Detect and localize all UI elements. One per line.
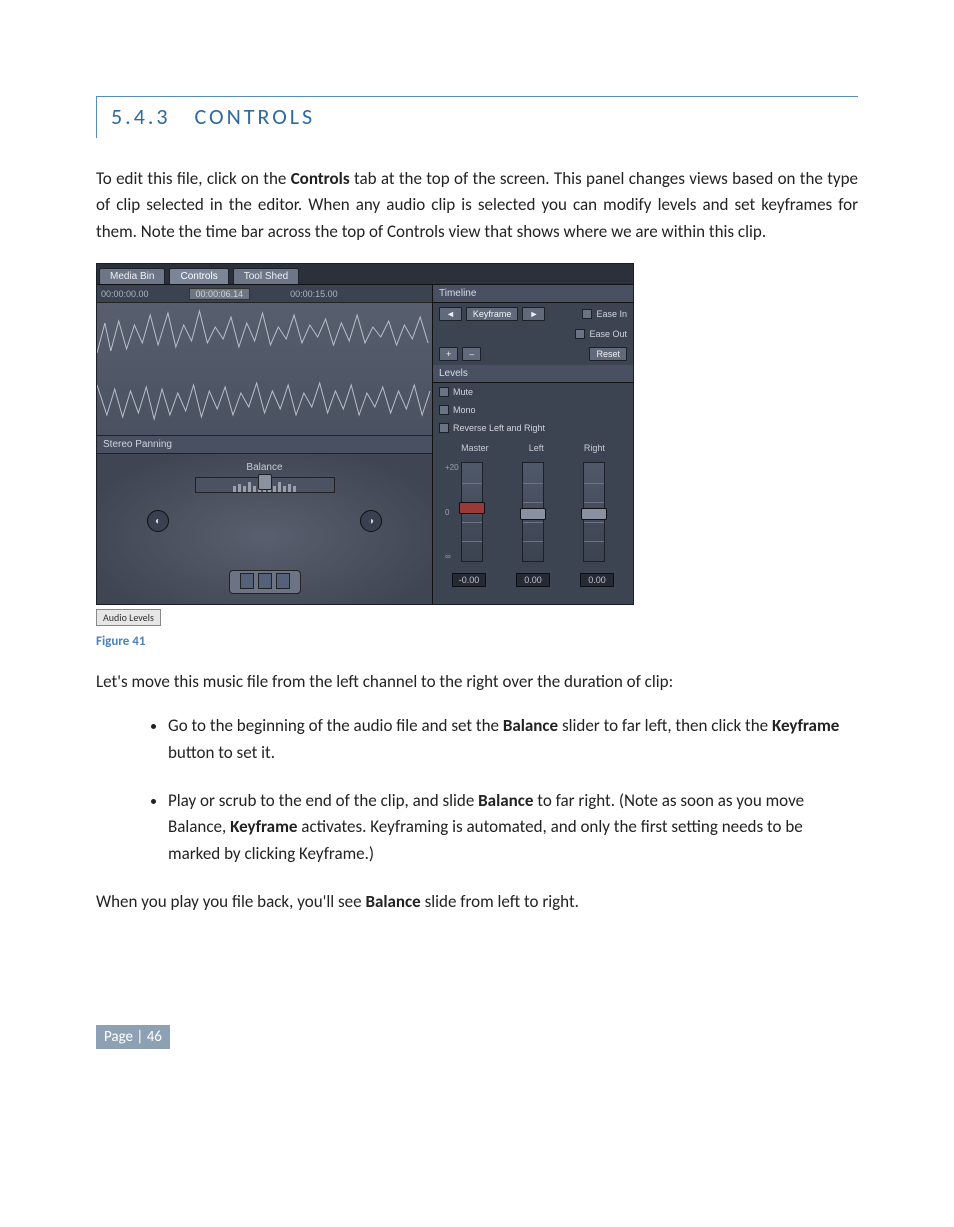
left-value[interactable]: 0.00 xyxy=(516,573,550,587)
levels-header: Levels xyxy=(433,365,633,383)
ruler-start: 00:00:00.00 xyxy=(101,289,149,299)
paragraph-3: When you play you file back, you'll see … xyxy=(96,889,858,915)
keyframe-add-button[interactable]: + xyxy=(439,347,458,361)
right-value[interactable]: 0.00 xyxy=(580,573,614,587)
mute-checkbox[interactable] xyxy=(439,387,449,397)
ease-out-label: Ease Out xyxy=(589,329,627,339)
balance-panel: Balance ◐ ◑ xyxy=(97,454,432,604)
ease-in-checkbox[interactable] xyxy=(582,309,592,319)
reverse-lr-checkbox[interactable] xyxy=(439,423,449,433)
keyframe-button[interactable]: Keyframe xyxy=(466,307,519,321)
ruler-t1: 00:00:15.00 xyxy=(290,289,338,299)
paragraph-2: Let's move this music file from the left… xyxy=(96,669,858,695)
figure-41: Media Bin Controls Tool Shed 00:00:00.00… xyxy=(96,263,858,626)
section-number: 5.4.3 xyxy=(111,103,171,130)
mixer-left-label: Left xyxy=(529,443,544,453)
bullet-2: Play or scrub to the end of the clip, an… xyxy=(168,788,858,867)
paragraph-1: To edit this file, click on the Controls… xyxy=(96,166,858,245)
bullet-1: Go to the beginning of the audio file an… xyxy=(168,713,858,766)
mute-label: Mute xyxy=(453,387,473,397)
master-fader[interactable] xyxy=(461,462,483,562)
keyframe-next-button[interactable]: ► xyxy=(522,307,545,321)
section-heading: 5.4.3 CONTROLS xyxy=(96,96,858,138)
waveform-right xyxy=(97,369,432,435)
ruler-marker[interactable]: 00:00:06.14 xyxy=(189,288,251,300)
mono-label: Mono xyxy=(453,405,476,415)
section-title: CONTROLS xyxy=(194,103,315,130)
tab-tool-shed[interactable]: Tool Shed xyxy=(233,268,299,284)
tab-controls[interactable]: Controls xyxy=(169,268,228,284)
ease-out-checkbox[interactable] xyxy=(575,329,585,339)
speaker-left-icon[interactable]: ◐ xyxy=(147,510,169,532)
timeline-header: Timeline xyxy=(433,285,633,303)
speaker-right-icon[interactable]: ◑ xyxy=(360,510,382,532)
waveform-display[interactable] xyxy=(97,303,432,435)
mixer-master-label: Master xyxy=(461,443,489,453)
left-fader[interactable] xyxy=(522,462,544,562)
tab-audio-levels[interactable]: Audio Levels xyxy=(96,609,161,626)
time-ruler[interactable]: 00:00:00.00 00:00:06.14 00:00:15.00 xyxy=(97,285,432,303)
reverse-lr-label: Reverse Left and Right xyxy=(453,423,545,433)
mono-checkbox[interactable] xyxy=(439,405,449,415)
panel-tabs: Media Bin Controls Tool Shed xyxy=(97,264,633,284)
ease-in-label: Ease In xyxy=(596,309,627,319)
keyframe-prev-button[interactable]: ◄ xyxy=(439,307,462,321)
keyframe-del-button[interactable]: – xyxy=(462,347,481,361)
balance-knob[interactable] xyxy=(258,474,272,490)
page-number: Page | 46 xyxy=(96,1025,170,1049)
right-fader[interactable] xyxy=(583,462,605,562)
balance-slider[interactable] xyxy=(195,477,335,493)
mixer-right-label: Right xyxy=(584,443,605,453)
master-value[interactable]: -0.00 xyxy=(452,573,486,587)
figure-caption: Figure 41 xyxy=(96,634,858,649)
listener-icon xyxy=(229,570,301,594)
balance-label: Balance xyxy=(105,462,424,473)
tab-media-bin[interactable]: Media Bin xyxy=(99,268,165,284)
keyframe-reset-button[interactable]: Reset xyxy=(589,347,627,361)
stereo-panning-header: Stereo Panning xyxy=(97,435,432,454)
waveform-left xyxy=(97,303,432,369)
